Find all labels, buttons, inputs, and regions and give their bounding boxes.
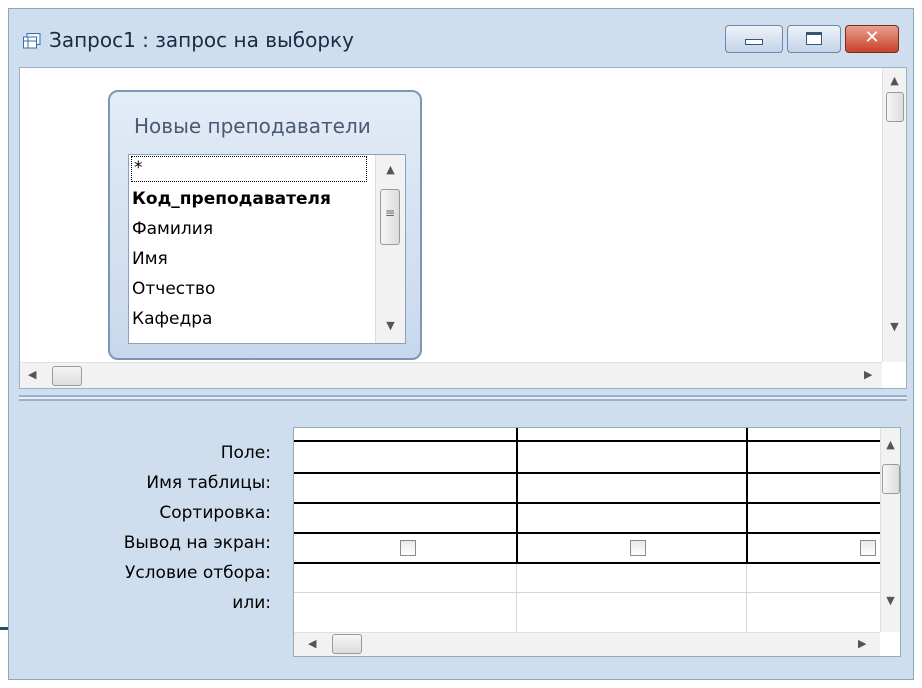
upper-horizontal-scrollbar[interactable]: ◀ ▶	[20, 362, 882, 388]
show-checkbox[interactable]	[860, 540, 876, 556]
query-design-grid[interactable]: ▲ ▼ ◀ ▶	[293, 427, 901, 657]
scroll-thumb[interactable]	[882, 464, 900, 494]
grid-line	[294, 592, 880, 593]
grip-icon: ≡	[384, 206, 396, 220]
maximize-button[interactable]	[787, 25, 841, 53]
scroll-up-icon[interactable]: ▲	[376, 163, 405, 176]
field-item[interactable]: Имя	[132, 249, 168, 269]
row-label-criteria: Условие отбора:	[124, 563, 271, 583]
scroll-right-icon[interactable]: ▶	[864, 368, 872, 381]
minimize-button[interactable]	[725, 25, 783, 53]
table-name: Новые преподаватели	[134, 114, 371, 138]
scroll-up-icon[interactable]: ▲	[881, 438, 900, 451]
column-divider	[746, 428, 748, 564]
grid-horizontal-scrollbar[interactable]: ◀ ▶	[294, 632, 880, 656]
scroll-left-icon[interactable]: ◀	[28, 368, 36, 381]
show-checkbox[interactable]	[630, 540, 646, 556]
scroll-down-icon[interactable]: ▼	[883, 320, 906, 333]
scroll-thumb[interactable]	[332, 634, 362, 654]
column-divider	[516, 564, 517, 632]
field-item[interactable]: Кафедра	[132, 309, 212, 329]
row-label-field: Поле:	[220, 443, 271, 463]
column-divider	[516, 428, 518, 564]
scroll-down-icon[interactable]: ▼	[881, 594, 900, 607]
grid-line	[294, 472, 880, 474]
table-field-list-box[interactable]: Новые преподаватели * Код_преподавателя …	[108, 90, 422, 360]
grid-vertical-scrollbar[interactable]: ▲ ▼	[880, 428, 900, 632]
minimize-icon	[745, 39, 763, 45]
scroll-thumb[interactable]	[886, 92, 904, 122]
field-item-all[interactable]: *	[131, 156, 367, 182]
window-title: Запрос1 : запрос на выборку	[49, 28, 354, 52]
scroll-thumb[interactable]	[52, 366, 82, 386]
maximize-icon	[806, 32, 822, 45]
field-list[interactable]: * Код_преподавателя Фамилия Имя Отчество…	[128, 154, 406, 344]
scroll-down-icon[interactable]: ▼	[376, 319, 405, 332]
table-design-pane[interactable]: Новые преподаватели * Код_преподавателя …	[19, 67, 907, 389]
scroll-left-icon[interactable]: ◀	[308, 637, 316, 650]
scroll-right-icon[interactable]: ▶	[858, 637, 866, 650]
grid-line	[294, 502, 880, 504]
grid-line	[294, 562, 880, 564]
field-item-primary-key[interactable]: Код_преподавателя	[132, 189, 331, 209]
field-item[interactable]: Отчество	[132, 279, 215, 299]
row-label-table: Имя таблицы:	[146, 473, 271, 493]
field-list-scrollbar[interactable]: ▲ ≡ ▼	[375, 155, 405, 343]
column-divider	[746, 564, 747, 632]
scroll-thumb[interactable]: ≡	[380, 189, 400, 245]
query-window: Запрос1 : запрос на выборку ✕ Новые преп…	[8, 8, 914, 680]
upper-vertical-scrollbar[interactable]: ▲ ▼	[882, 68, 906, 362]
close-button[interactable]: ✕	[845, 25, 899, 53]
scroll-up-icon[interactable]: ▲	[883, 74, 906, 87]
grid-line	[294, 440, 880, 442]
row-label-sort: Сортировка:	[159, 503, 271, 523]
row-label-show: Вывод на экран:	[123, 533, 271, 553]
show-checkbox[interactable]	[400, 540, 416, 556]
field-item[interactable]: Фамилия	[132, 219, 213, 239]
title-bar[interactable]: Запрос1 : запрос на выборку ✕	[9, 9, 913, 69]
query-icon	[23, 33, 41, 49]
pane-splitter[interactable]	[19, 395, 907, 401]
close-icon: ✕	[864, 27, 880, 48]
grid-line	[294, 532, 880, 534]
row-label-or: или:	[232, 593, 271, 613]
